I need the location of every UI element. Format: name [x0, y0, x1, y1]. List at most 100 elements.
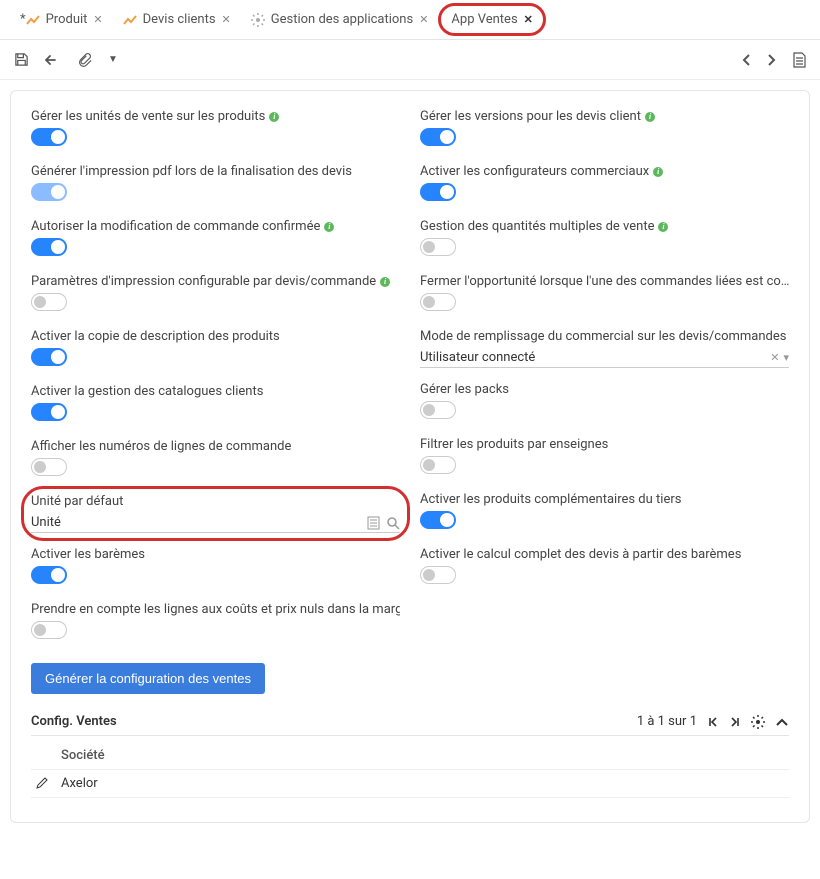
page-icon[interactable]	[793, 52, 806, 68]
close-icon[interactable]: ✕	[93, 13, 102, 26]
edit-icon[interactable]	[35, 777, 48, 790]
info-icon[interactable]	[658, 222, 668, 232]
toggle[interactable]	[31, 348, 67, 366]
lookup-field[interactable]: Unité	[31, 513, 400, 533]
field: Fermer l'opportunité lorsque l'une des c…	[420, 274, 789, 315]
field-label: Gestion des quantités multiples de vente	[420, 219, 789, 234]
field-label: Activer le calcul complet des devis à pa…	[420, 547, 789, 562]
toggle[interactable]	[420, 238, 456, 256]
close-icon[interactable]: ✕	[524, 13, 533, 26]
tab-label: App Ventes	[451, 12, 517, 27]
field-label: Autoriser la modification de commande co…	[31, 219, 400, 234]
info-icon[interactable]	[324, 222, 334, 232]
field-label: Prendre en compte les lignes aux coûts e…	[31, 602, 400, 617]
field-label: Gérer les packs	[420, 382, 789, 397]
field-label: Fermer l'opportunité lorsque l'une des c…	[420, 274, 789, 289]
form-card: Gérer les unités de vente sur les produi…	[10, 90, 810, 823]
toggle[interactable]	[31, 128, 67, 146]
field-label: Mode de remplissage du commercial sur le…	[420, 329, 789, 344]
gear-icon	[251, 13, 265, 27]
field: Activer la gestion des catalogues client…	[31, 384, 400, 425]
field: Gérer les versions pour les devis client	[420, 109, 789, 150]
prev-icon[interactable]	[741, 53, 751, 67]
field-label: Gérer les versions pour les devis client	[420, 109, 789, 124]
toggle[interactable]	[420, 511, 456, 529]
toggle[interactable]	[31, 293, 67, 311]
tab-produit[interactable]: * Produit ✕	[10, 4, 113, 35]
tab-devis-clients[interactable]: Devis clients ✕	[113, 4, 241, 35]
field: Autoriser la modification de commande co…	[31, 219, 400, 260]
tab-app-ventes[interactable]: App Ventes ✕	[438, 3, 545, 36]
toggle[interactable]	[31, 183, 67, 201]
toggle[interactable]	[31, 238, 67, 256]
next-icon[interactable]	[767, 53, 777, 67]
field: Mode de remplissage du commercial sur le…	[420, 329, 789, 368]
search-icon[interactable]	[386, 516, 400, 530]
undo-icon[interactable]	[45, 53, 61, 67]
field-label: Activer la gestion des catalogues client…	[31, 384, 400, 399]
field-label: Activer les configurateurs commerciaux	[420, 164, 789, 179]
field: Activer les configurateurs commerciaux	[420, 164, 789, 205]
field-label: Activer les barèmes	[31, 547, 400, 562]
chart-icon	[123, 14, 137, 26]
info-icon[interactable]	[380, 277, 390, 287]
field: Afficher les numéros de lignes de comman…	[31, 439, 400, 480]
field: Gérer les unités de vente sur les produi…	[31, 109, 400, 150]
column-header: Société	[61, 748, 105, 763]
toggle[interactable]	[420, 128, 456, 146]
toggle[interactable]	[420, 293, 456, 311]
toggle[interactable]	[420, 566, 456, 584]
field: Prendre en compte les lignes aux coûts e…	[31, 602, 400, 643]
field: Paramètres d'impression configurable par…	[31, 274, 400, 315]
tab-label: Devis clients	[143, 12, 216, 27]
caret-down-icon[interactable]: ▼	[108, 54, 118, 65]
close-icon[interactable]: ✕	[222, 13, 231, 26]
toolbar: ▼	[0, 40, 820, 80]
config-table: Société Axelor	[31, 742, 789, 798]
attachment-icon[interactable]	[77, 52, 92, 67]
chart-icon	[26, 14, 40, 26]
close-icon[interactable]: ✕	[419, 13, 428, 26]
toggle[interactable]	[420, 401, 456, 419]
field: Filtrer les produits par enseignes	[420, 437, 789, 478]
tab-bar: * Produit ✕ Devis clients ✕ Gestion des …	[0, 0, 820, 40]
field: Activer les barèmes	[31, 547, 400, 588]
field-label: Gérer les unités de vente sur les produi…	[31, 109, 400, 124]
field: Générer l'impression pdf lors de la fina…	[31, 164, 400, 205]
save-icon[interactable]	[14, 52, 29, 67]
field-label: Activer les produits complémentaires du …	[420, 492, 789, 507]
chevron-down-icon[interactable]: ▾	[783, 351, 789, 364]
field: Activer le calcul complet des devis à pa…	[420, 547, 789, 588]
clear-icon[interactable]: ✕	[770, 351, 779, 364]
config-ventes-section: Config. Ventes 1 à 1 sur 1 Société Axelo…	[31, 714, 789, 798]
table-row[interactable]: Axelor	[31, 770, 789, 798]
pager-first-icon[interactable]	[707, 716, 719, 728]
gear-icon[interactable]	[751, 715, 765, 729]
table-header-row: Société	[31, 742, 789, 770]
field: Activer la copie de description des prod…	[31, 329, 400, 370]
field-label: Afficher les numéros de lignes de comman…	[31, 439, 400, 454]
toggle[interactable]	[31, 566, 67, 584]
generate-config-button[interactable]: Générer la configuration des ventes	[31, 663, 265, 694]
field-label: Générer l'impression pdf lors de la fina…	[31, 164, 400, 179]
info-icon[interactable]	[645, 112, 655, 122]
info-icon[interactable]	[653, 167, 663, 177]
toggle[interactable]	[31, 403, 67, 421]
collapse-icon[interactable]	[775, 717, 789, 727]
field-label: Filtrer les produits par enseignes	[420, 437, 789, 452]
field: Unité par défautUnité	[31, 494, 400, 533]
right-column: Gérer les versions pour les devis client…	[420, 109, 789, 657]
pager-last-icon[interactable]	[729, 716, 741, 728]
select-field[interactable]: Utilisateur connecté✕▾	[420, 348, 789, 368]
pager-text: 1 à 1 sur 1	[637, 714, 697, 729]
list-icon[interactable]	[367, 516, 380, 530]
field: Gérer les packs	[420, 382, 789, 423]
info-icon[interactable]	[269, 112, 279, 122]
field: Gestion des quantités multiples de vente	[420, 219, 789, 260]
field: Activer les produits complémentaires du …	[420, 492, 789, 533]
tab-gestion-applications[interactable]: Gestion des applications ✕	[241, 4, 439, 35]
toggle[interactable]	[420, 183, 456, 201]
toggle[interactable]	[420, 456, 456, 474]
toggle[interactable]	[31, 458, 67, 476]
toggle[interactable]	[31, 621, 67, 639]
